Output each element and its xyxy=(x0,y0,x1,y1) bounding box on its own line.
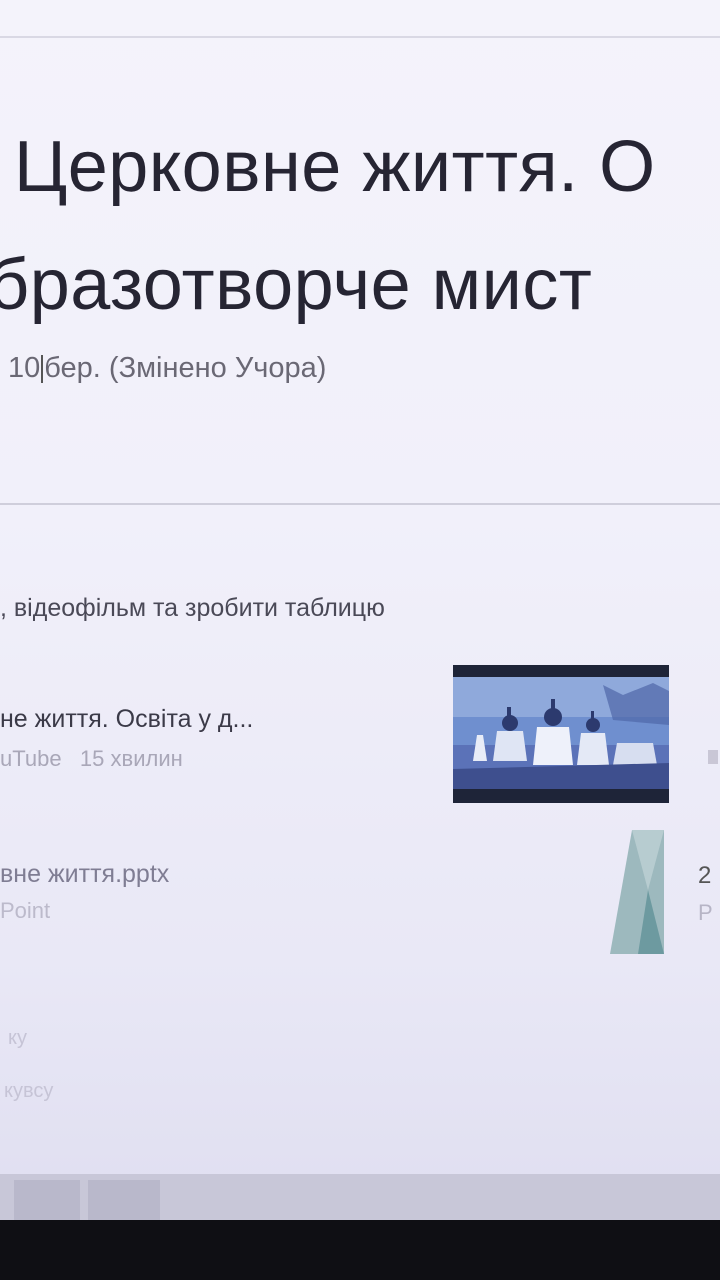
text-cursor-icon xyxy=(41,355,44,384)
attachment-video-duration: 15 хвилин xyxy=(79,746,183,771)
assignment-title-line1: Церковне життя. О xyxy=(14,127,656,207)
header-divider xyxy=(0,36,720,38)
faint-label-2: кувсу xyxy=(4,1080,54,1102)
taskbar-item-2[interactable] xyxy=(88,1180,160,1220)
attachment-video-meta: uTube 15 хвилин xyxy=(0,746,183,772)
section-divider xyxy=(0,503,720,505)
edge-marker xyxy=(708,750,718,764)
edge-letter: P xyxy=(698,900,713,925)
powerpoint-icon[interactable] xyxy=(608,830,670,954)
edge-number: 2 xyxy=(698,862,712,889)
taskbar-item-1[interactable] xyxy=(14,1180,80,1220)
attachment-pptx-type: Point xyxy=(0,898,51,923)
assignment-title-line2: бразотворче мист xyxy=(0,245,593,325)
attachment-video-title[interactable]: не життя. Освіта у д... xyxy=(0,705,253,734)
attachment-video-source: uTube xyxy=(0,746,62,771)
meta-date-rest: бер. (Змінено Учора) xyxy=(44,352,327,384)
meta-date-prefix: 10 xyxy=(8,352,41,384)
faint-label-1: ку xyxy=(8,1027,27,1049)
assignment-meta: 10 бер. (Змінено Учора) xyxy=(8,352,326,385)
attachment-pptx-title[interactable]: вне життя.pptx xyxy=(0,860,169,889)
monitor-bezel xyxy=(0,1220,720,1280)
assignment-instructions: , відеофільм та зробити таблицю xyxy=(0,594,385,622)
video-thumbnail[interactable] xyxy=(453,665,669,803)
